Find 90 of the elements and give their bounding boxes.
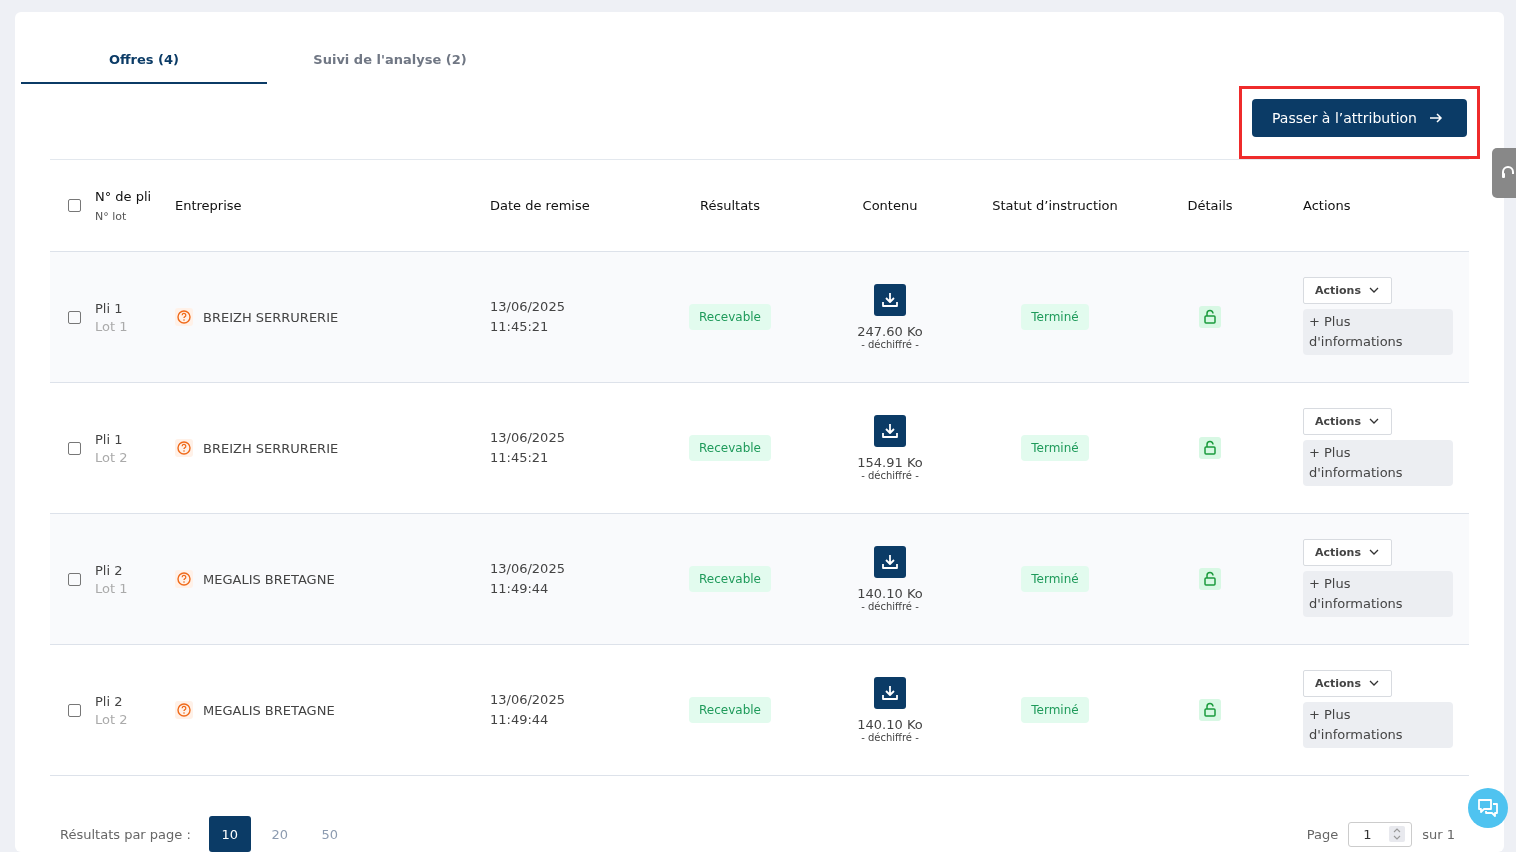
page-number-field[interactable]: 1 bbox=[1348, 821, 1413, 847]
chevron-down-icon bbox=[1369, 549, 1379, 555]
file-size: 154.91 Ko bbox=[857, 455, 923, 470]
more-info-button[interactable]: + Plus d'informations bbox=[1303, 439, 1453, 486]
column-header: Résultats bbox=[700, 198, 760, 213]
per-page-label: Résultats par page : bbox=[60, 826, 191, 842]
column-header: Détails bbox=[1187, 198, 1233, 213]
checkbox[interactable] bbox=[67, 441, 81, 455]
download-button[interactable] bbox=[874, 284, 906, 316]
attribution-button[interactable]: Passer à l’attribution bbox=[1252, 99, 1467, 137]
checkbox[interactable] bbox=[67, 199, 81, 212]
submission-time: 11:45:21 bbox=[490, 318, 549, 336]
unlocked-padlock-icon bbox=[1199, 568, 1221, 590]
column-header: N° de pli bbox=[95, 188, 152, 204]
lot-number: Lot 2 bbox=[95, 711, 128, 727]
download-button[interactable] bbox=[874, 415, 906, 447]
column-subheader: N° lot bbox=[95, 209, 127, 223]
download-icon bbox=[881, 684, 899, 702]
result-badge: Recevable bbox=[689, 697, 771, 723]
unlocked-padlock-icon bbox=[1199, 699, 1221, 721]
question-circle-icon bbox=[175, 570, 193, 588]
status-badge: Terminé bbox=[1021, 697, 1089, 723]
lot-number: Lot 1 bbox=[95, 318, 128, 334]
lot-number: Lot 1 bbox=[95, 580, 128, 596]
status-badge: Terminé bbox=[1021, 435, 1089, 461]
submission-time: 11:49:44 bbox=[490, 711, 549, 729]
help-tab[interactable] bbox=[1492, 148, 1516, 198]
file-size: 140.10 Ko bbox=[857, 586, 923, 601]
download-icon bbox=[881, 291, 899, 309]
page-label: Page bbox=[1306, 826, 1339, 842]
column-header: Actions bbox=[1303, 198, 1351, 213]
more-info-button[interactable]: + Plus d'informations bbox=[1303, 570, 1453, 617]
page-total: sur 1 bbox=[1422, 826, 1455, 842]
actions-dropdown[interactable]: Actions bbox=[1303, 669, 1392, 697]
more-info-button[interactable]: + Plus d'informations bbox=[1303, 701, 1453, 748]
submission-date: 13/06/2025 bbox=[490, 298, 565, 316]
chevron-down-icon bbox=[1369, 418, 1379, 424]
checkbox[interactable] bbox=[67, 310, 81, 324]
decrypted-note: - déchiffré - bbox=[861, 601, 919, 612]
pli-number: Pli 1 bbox=[95, 431, 123, 447]
result-badge: Recevable bbox=[689, 304, 771, 330]
column-header: Entreprise bbox=[175, 198, 242, 213]
submission-date: 13/06/2025 bbox=[490, 560, 565, 578]
arrow-right-icon bbox=[1429, 112, 1443, 124]
column-header: Date de remise bbox=[490, 198, 590, 213]
per-page-option[interactable]: 10 bbox=[208, 816, 251, 852]
decrypted-note: - déchiffré - bbox=[861, 470, 919, 481]
result-badge: Recevable bbox=[689, 566, 771, 592]
speech-bubbles-icon bbox=[1477, 798, 1499, 818]
tab[interactable]: Offres (4) bbox=[21, 46, 267, 84]
download-button[interactable] bbox=[874, 677, 906, 709]
spinner-arrows-icon bbox=[1389, 826, 1406, 842]
checkbox[interactable] bbox=[67, 572, 81, 586]
more-info-button[interactable]: + Plus d'informations bbox=[1303, 308, 1453, 355]
file-size: 247.60 Ko bbox=[857, 324, 923, 339]
status-badge: Terminé bbox=[1021, 304, 1089, 330]
chevron-down-icon bbox=[1369, 680, 1379, 686]
lot-number: Lot 2 bbox=[95, 449, 128, 465]
column-header: Statut d’instruction bbox=[992, 198, 1118, 213]
unlocked-padlock-icon bbox=[1199, 306, 1221, 328]
tab[interactable]: Suivi de l'analyse (2) bbox=[267, 46, 513, 84]
pli-number: Pli 2 bbox=[95, 562, 123, 578]
company-name: MEGALIS BRETAGNE bbox=[203, 571, 335, 587]
question-circle-icon bbox=[175, 308, 193, 326]
chevron-down-icon bbox=[1369, 287, 1379, 293]
company-name: BREIZH SERRURERIE bbox=[203, 309, 339, 325]
download-button[interactable] bbox=[874, 546, 906, 578]
decrypted-note: - déchiffré - bbox=[861, 339, 919, 350]
column-header: Contenu bbox=[862, 198, 918, 213]
decrypted-note: - déchiffré - bbox=[861, 732, 919, 743]
result-badge: Recevable bbox=[689, 435, 771, 461]
submission-time: 11:45:21 bbox=[490, 449, 549, 467]
company-name: BREIZH SERRURERIE bbox=[203, 440, 339, 456]
actions-dropdown[interactable]: Actions bbox=[1303, 538, 1392, 566]
download-icon bbox=[881, 422, 899, 440]
checkbox[interactable] bbox=[67, 703, 81, 717]
submission-time: 11:49:44 bbox=[490, 580, 549, 598]
pli-number: Pli 2 bbox=[95, 693, 123, 709]
submission-date: 13/06/2025 bbox=[490, 691, 565, 709]
unlocked-padlock-icon bbox=[1199, 437, 1221, 459]
file-size: 140.10 Ko bbox=[857, 717, 923, 732]
question-circle-icon bbox=[175, 439, 193, 457]
question-circle-icon bbox=[175, 701, 193, 719]
pli-number: Pli 1 bbox=[95, 300, 123, 316]
company-name: MEGALIS BRETAGNE bbox=[203, 702, 335, 718]
actions-dropdown[interactable]: Actions bbox=[1303, 276, 1392, 304]
download-icon bbox=[881, 553, 899, 571]
actions-dropdown[interactable]: Actions bbox=[1303, 407, 1392, 435]
status-badge: Terminé bbox=[1021, 566, 1089, 592]
submission-date: 13/06/2025 bbox=[490, 429, 565, 447]
